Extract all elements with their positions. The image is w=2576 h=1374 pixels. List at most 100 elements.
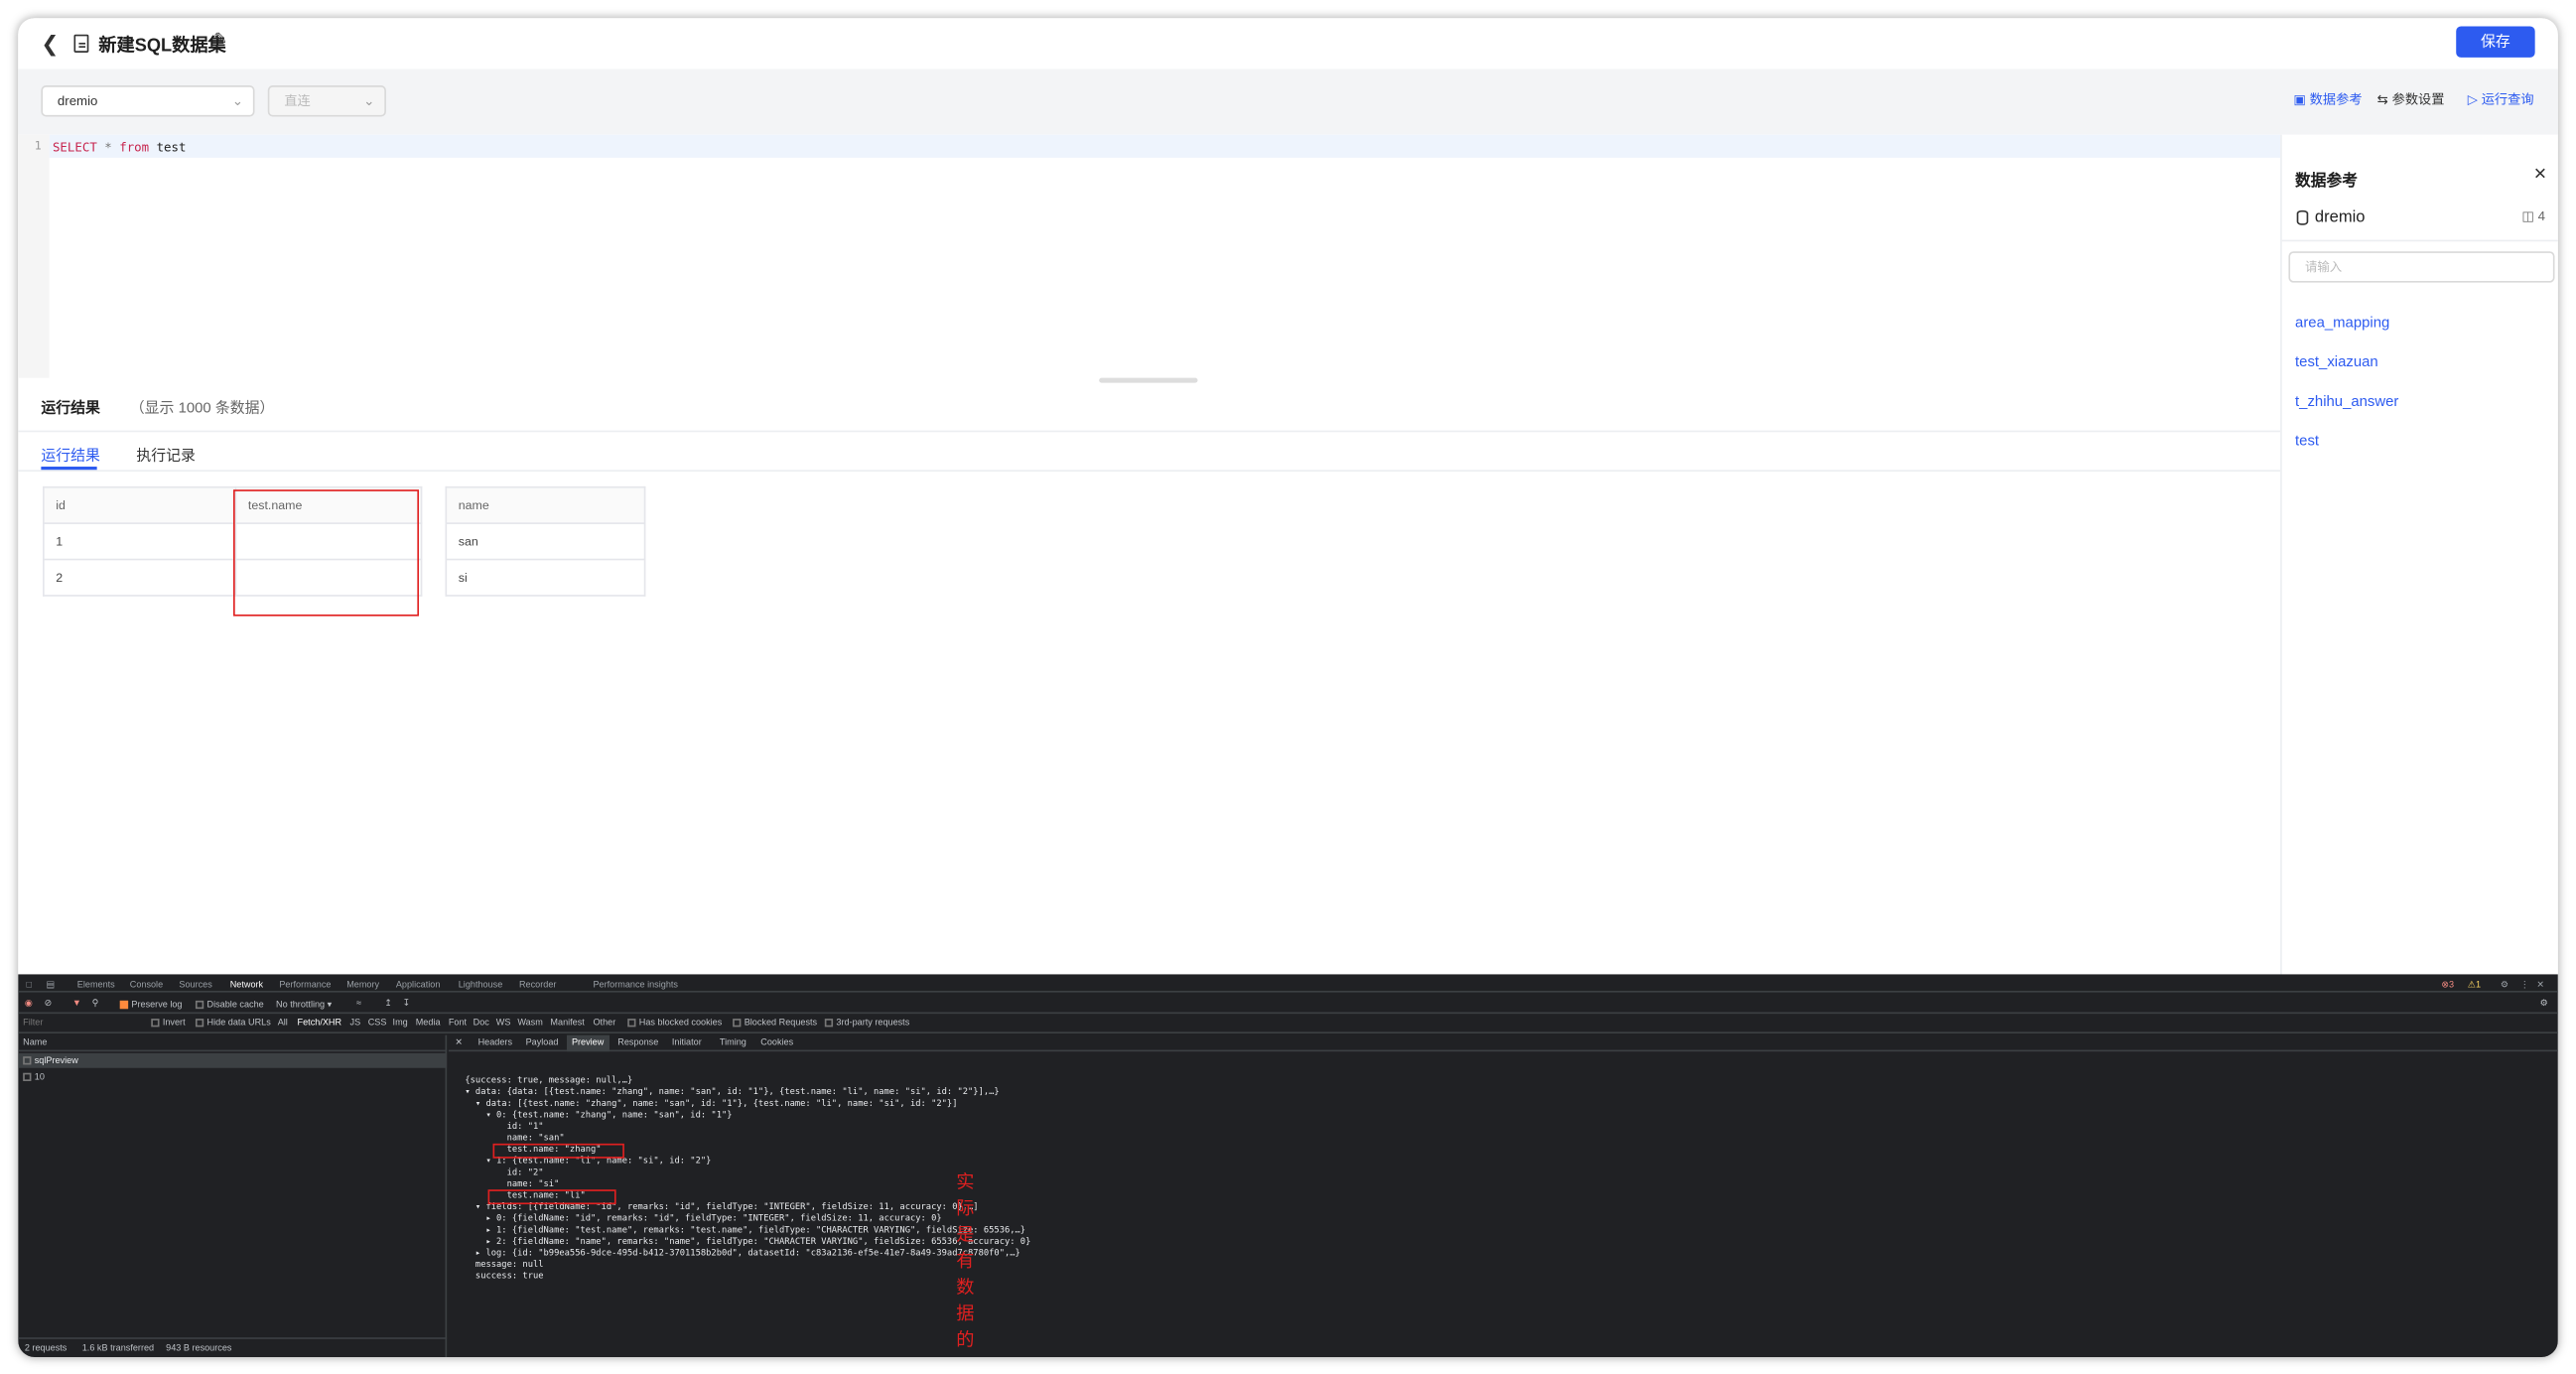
table-item-test[interactable]: test <box>2295 432 2319 449</box>
tab-cookies[interactable]: Cookies <box>760 1038 793 1048</box>
filter-doc[interactable]: Doc <box>474 1019 489 1029</box>
filter-js[interactable]: JS <box>350 1019 361 1029</box>
filter-ws[interactable]: WS <box>496 1019 511 1029</box>
filter-third-party[interactable]: 3rd-party requests <box>824 1019 909 1029</box>
table-icon: ◫ <box>2521 208 2534 224</box>
save-button[interactable]: 保存 <box>2456 26 2535 58</box>
json-line[interactable]: ▸ 1: {fieldName: "test.name", remarks: "… <box>465 1226 1025 1236</box>
gear-icon[interactable]: ⚙ <box>2540 999 2548 1009</box>
filter-fetch-xhr[interactable]: Fetch/XHR <box>298 1019 342 1029</box>
data-reference-link[interactable]: ▣ 数据参考 <box>2293 90 2362 108</box>
json-line: message: null <box>465 1260 544 1271</box>
filter-icon[interactable]: ▼ <box>72 999 81 1009</box>
table-item-t-zhihu-answer[interactable]: t_zhihu_answer <box>2295 393 2398 410</box>
devtools-tab-sources[interactable]: Sources <box>179 981 211 991</box>
gear-icon[interactable]: ⚙ <box>2501 981 2508 991</box>
network-toolbar: ◉ ⊘ ▼ ⚲ Preserve log Disable cache No th… <box>18 994 2558 1015</box>
search-icon[interactable]: ⚲ <box>92 999 99 1009</box>
request-name: sqlPreview <box>23 1056 78 1066</box>
sql-editor[interactable]: 1 SELECT * from test <box>18 134 2281 378</box>
editor-resize-handle[interactable] <box>1099 377 1198 383</box>
json-line[interactable]: ▾ data: [{test.name: "zhang", name: "san… <box>465 1099 958 1109</box>
more-options-icon[interactable]: ⋮ <box>2520 981 2529 991</box>
devtools-tab-performance[interactable]: Performance <box>279 981 331 991</box>
record-icon[interactable]: ◉ <box>25 999 33 1009</box>
tab-payload[interactable]: Payload <box>526 1038 559 1048</box>
download-icon[interactable]: ↧ <box>402 999 410 1009</box>
table-search-input[interactable]: 请输入 <box>2288 251 2555 283</box>
devtools-tab-console[interactable]: Console <box>130 981 163 991</box>
warning-count-badge[interactable]: ⚠1 <box>2468 981 2481 991</box>
param-settings-link[interactable]: ⇆ 参数设置 <box>2377 90 2445 108</box>
json-line: name: "si" <box>465 1179 560 1190</box>
run-query-link[interactable]: ▷ 运行查询 <box>2468 90 2534 108</box>
json-line[interactable]: ▸ log: {id: "b99ea556-9dce-495d-b412-370… <box>465 1249 1020 1259</box>
devtools-tab-performance-insights[interactable]: Performance insights <box>593 981 678 991</box>
tab-preview[interactable]: Preview <box>566 1034 610 1052</box>
json-line[interactable]: ▸ 2: {fieldName: "name", remarks: "name"… <box>465 1237 1030 1247</box>
disable-cache-checkbox[interactable]: Disable cache <box>195 1000 264 1011</box>
column-header-id[interactable]: id <box>43 485 237 524</box>
tab-initiator[interactable]: Initiator <box>672 1038 702 1048</box>
filter-blocked-cookies[interactable]: Has blocked cookies <box>627 1019 722 1029</box>
filter-other[interactable]: Other <box>593 1019 615 1029</box>
tab-response[interactable]: Response <box>617 1038 658 1048</box>
close-icon[interactable]: ✕ <box>2536 981 2544 991</box>
edit-icon[interactable]: ✎ <box>213 31 227 49</box>
json-line[interactable]: ▾ data: {data: [{test.name: "zhang", nam… <box>465 1088 999 1098</box>
tab-headers[interactable]: Headers <box>478 1038 512 1048</box>
datasource-select[interactable]: dremio ⌄ <box>41 85 255 117</box>
close-icon[interactable]: ✕ <box>455 1038 463 1048</box>
line-number: 1 <box>34 139 42 153</box>
wifi-icon[interactable]: ≈ <box>356 999 361 1009</box>
table-count-badge: ◫ 4 <box>2521 208 2545 223</box>
close-icon[interactable]: ✕ <box>2533 166 2547 184</box>
filter-all[interactable]: All <box>278 1019 288 1029</box>
checkbox <box>824 1019 834 1028</box>
filter-media[interactable]: Media <box>416 1019 441 1029</box>
devtools-tab-network[interactable]: Network <box>230 981 263 991</box>
filter-wasm[interactable]: Wasm <box>517 1019 542 1029</box>
throttling-select[interactable]: No throttling ▾ <box>276 1001 332 1011</box>
devtools-tab-elements[interactable]: Elements <box>77 981 115 991</box>
devtools-main-tabs: □ ▤ Elements Console Sources Network Per… <box>18 974 2558 993</box>
tab-execution-history[interactable]: 执行记录 <box>136 444 196 466</box>
table-item-area-mapping[interactable]: area_mapping <box>2295 314 2389 331</box>
filter-font[interactable]: Font <box>449 1019 467 1029</box>
devtools-tab-application[interactable]: Application <box>396 981 441 991</box>
checkbox <box>627 1019 636 1028</box>
filter-img[interactable]: Img <box>393 1019 408 1029</box>
upload-icon[interactable]: ↥ <box>384 999 392 1009</box>
request-row-sqlpreview[interactable]: sqlPreview <box>18 1052 448 1068</box>
filter-hide-data-urls[interactable]: Hide data URLs <box>195 1019 271 1029</box>
file-icon <box>23 1056 32 1065</box>
sql-code-line[interactable]: SELECT * from test <box>53 140 187 155</box>
column-header-name[interactable]: name <box>445 485 646 524</box>
devtools-tab-lighthouse[interactable]: Lighthouse <box>459 981 503 991</box>
filter-input[interactable]: Filter <box>23 1019 43 1029</box>
json-line[interactable]: {success: true, message: null,…} <box>465 1076 632 1086</box>
json-line[interactable]: ▸ 0: {fieldName: "id", remarks: "id", fi… <box>465 1214 941 1224</box>
clear-icon[interactable]: ⊘ <box>45 999 53 1009</box>
table-item-test-xiazuan[interactable]: test_xiazuan <box>2295 353 2378 370</box>
devtools-tab-memory[interactable]: Memory <box>346 981 379 991</box>
mode-select[interactable]: 直连 ⌄ <box>267 85 386 117</box>
json-line[interactable]: ▾ 0: {test.name: "zhang", name: "san", i… <box>465 1111 732 1121</box>
checkbox-checked <box>119 1000 129 1010</box>
devtools-tab-recorder[interactable]: Recorder <box>519 981 556 991</box>
error-count-badge[interactable]: ⊗3 <box>2441 981 2454 991</box>
tab-timing[interactable]: Timing <box>720 1038 746 1048</box>
filter-blocked-requests[interactable]: Blocked Requests <box>733 1019 817 1029</box>
app-window: ❮ 新建SQL数据集 ✎ 保存 dremio ⌄ 直连 ⌄ ▣ 数据参考 ⇆ 参… <box>18 18 2558 1358</box>
annotation-highlight-box <box>233 489 420 617</box>
preserve-log-checkbox[interactable]: Preserve log <box>119 1000 183 1011</box>
chevron-left-icon[interactable]: ❮ <box>41 31 59 57</box>
tab-run-results[interactable]: 运行结果 <box>41 444 100 466</box>
device-toolbar-icon[interactable]: ▤ <box>46 981 55 991</box>
filter-css[interactable]: CSS <box>368 1019 387 1029</box>
filter-invert[interactable]: Invert <box>151 1019 186 1029</box>
inspect-icon[interactable]: □ <box>26 981 32 991</box>
request-row-10[interactable]: 10 <box>18 1069 447 1084</box>
filter-manifest[interactable]: Manifest <box>550 1019 584 1029</box>
name-column-header[interactable]: Name <box>23 1038 47 1048</box>
